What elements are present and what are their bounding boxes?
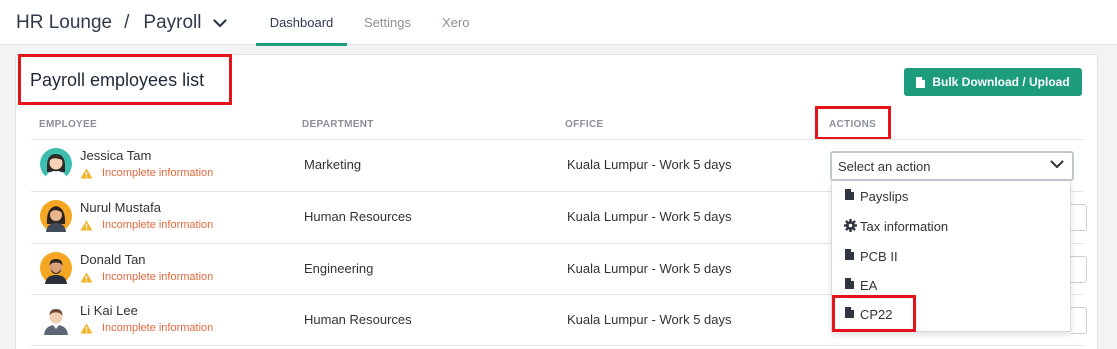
menu-item-label: Payslips [860,189,909,204]
department-cell: Marketing [304,157,362,172]
department-cell: Human Resources [304,312,412,327]
file-icon [845,249,854,260]
tab-xero[interactable]: Xero [442,0,469,45]
employee-name[interactable]: Li Kai Lee [80,303,138,318]
menu-item-label: PCB II [860,249,898,264]
action-select[interactable]: Select an action [830,151,1074,181]
page-title: Payroll employees list [30,70,205,90]
department-cell: Engineering [304,261,374,276]
status-text: Incomplete information [102,167,214,179]
top-header: HR Lounge / Payroll Dashboard Settings X… [0,0,1117,46]
female-avatar-icon [40,200,72,232]
female-avatar-icon [40,148,72,180]
column-header-actions: ACTIONS [829,119,877,130]
employee-name[interactable]: Donald Tan [80,252,146,267]
breadcrumb: HR Lounge / Payroll [16,10,228,36]
gear-icon [844,219,857,232]
bulk-download-upload-button[interactable]: Bulk Download / Upload [904,68,1082,96]
employee-name[interactable]: Jessica Tam [80,148,151,163]
column-header-office: OFFICE [565,119,604,130]
payroll-card: Payroll employees list Bulk Download / U… [15,54,1098,349]
menu-item-label: EA [860,278,878,293]
menu-item-payslips[interactable]: Payslips [832,181,1072,211]
module-name[interactable]: Payroll [143,12,201,34]
male-avatar-icon [40,303,72,335]
status-warning: Incomplete information [80,271,213,283]
status-warning: Incomplete information [80,322,213,334]
office-cell: Kuala Lumpur - Work 5 days [567,261,732,276]
app-name[interactable]: HR Lounge [16,12,112,34]
action-select-edge[interactable] [1071,204,1087,231]
menu-item-tax-information[interactable]: Tax information [832,211,1072,241]
row-divider [31,345,1083,346]
employee-name[interactable]: Nurul Mustafa [80,200,161,215]
nav-tabs: Dashboard Settings Xero [256,0,469,46]
file-icon [845,307,854,318]
menu-item-label: CP22 [860,307,893,322]
action-select-edge[interactable] [1071,307,1087,334]
office-cell: Kuala Lumpur - Work 5 days [567,312,732,327]
office-cell: Kuala Lumpur - Work 5 days [567,157,732,172]
male-avatar-icon [40,252,72,284]
column-header-department: DEPARTMENT [302,119,374,130]
status-warning: Incomplete information [80,167,213,179]
warning-icon [80,323,93,334]
warning-icon [80,220,93,231]
column-header-employee: EMPLOYEE [39,119,97,130]
action-dropdown-menu: Payslips Tax information PCB II EA CP22 [831,181,1071,332]
status-text: Incomplete information [102,219,214,231]
status-text: Incomplete information [102,322,214,334]
bulk-button-label: Bulk Download / Upload [932,75,1070,89]
action-select-edge[interactable] [1071,256,1087,283]
action-select-value: Select an action [838,159,931,174]
warning-icon [80,168,93,179]
menu-item-label: Tax information [860,219,949,234]
menu-item-ea[interactable]: EA [832,270,1072,300]
file-icon [845,189,854,200]
file-icon [845,278,854,289]
tab-dashboard[interactable]: Dashboard [256,0,347,46]
status-warning: Incomplete information [80,219,213,231]
menu-item-pcb-ii[interactable]: PCB II [832,241,1072,271]
menu-item-cp22[interactable]: CP22 [832,299,1072,329]
tab-settings[interactable]: Settings [364,0,411,45]
breadcrumb-separator: / [124,12,130,33]
chevron-down-icon [1050,160,1064,169]
warning-icon [80,272,93,283]
file-icon [916,76,926,88]
chevron-down-icon[interactable] [213,18,228,28]
department-cell: Human Resources [304,209,412,224]
status-text: Incomplete information [102,271,214,283]
office-cell: Kuala Lumpur - Work 5 days [567,209,732,224]
